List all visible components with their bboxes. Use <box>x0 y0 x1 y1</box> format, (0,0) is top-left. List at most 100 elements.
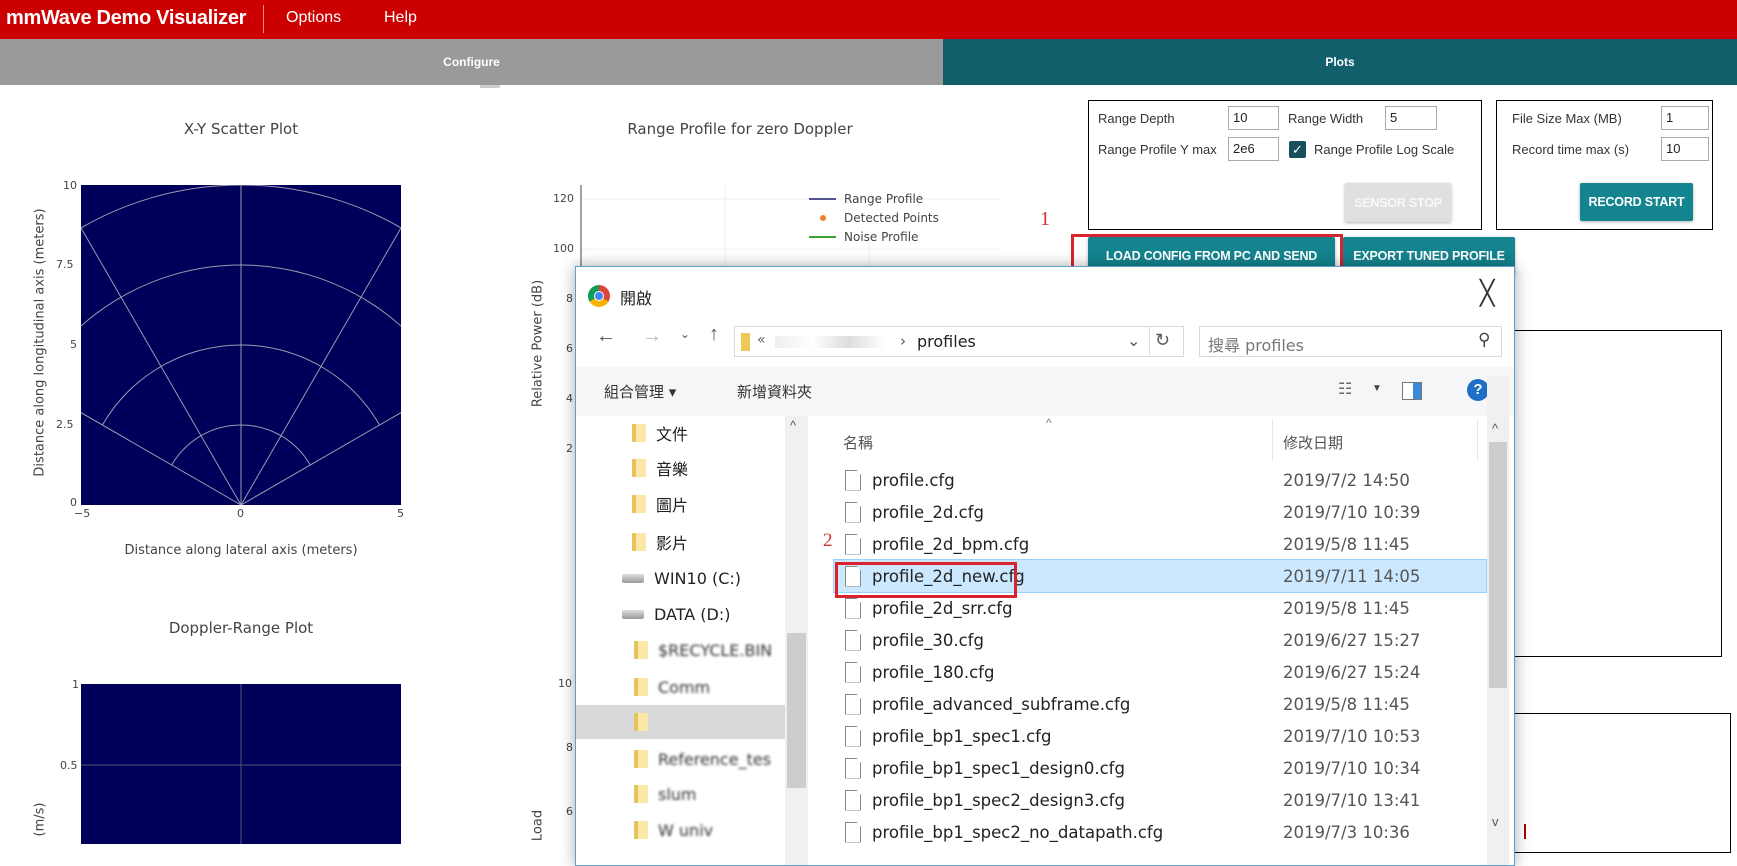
file-row[interactable]: profile.cfg 2019/7/2 14:50 <box>834 464 1486 496</box>
filesize-input[interactable]: 1 <box>1661 106 1709 130</box>
open-file-dialog: 開啟 ╳ ← → ⌄ ↑ « › profiles ⌄ ↻ 搜尋 profile… <box>575 266 1515 866</box>
range-depth-input[interactable]: 10 <box>1228 106 1279 130</box>
highlight-box-step2 <box>835 562 1017 598</box>
address-bar[interactable]: « › profiles ⌄ ↻ <box>734 326 1184 357</box>
file-row[interactable]: profile_bp1_spec1_design0.cfg 2019/7/10 1… <box>834 752 1486 784</box>
file-date: 2019/7/10 13:41 <box>1283 790 1421 810</box>
legend-detected-points[interactable]: Detected Points <box>844 211 939 225</box>
nav-item-label: $RECYCLE.BIN <box>658 640 773 660</box>
view-dropdown-icon[interactable]: ▼ <box>1372 383 1382 394</box>
nav-item[interactable]: WIN10 (C:) <box>576 561 812 595</box>
legend-detected-points-swatch <box>820 215 826 221</box>
file-row[interactable]: profile_advanced_subframe.cfg 2019/5/8 11… <box>834 688 1486 720</box>
file-name: profile.cfg <box>872 470 955 490</box>
folder-icon <box>632 424 646 442</box>
column-name[interactable]: 名稱 <box>843 432 873 453</box>
menu-options[interactable]: Options <box>286 9 341 27</box>
back-arrow-icon[interactable]: ← <box>596 325 616 348</box>
nav-item[interactable]: 音樂 <box>576 451 812 485</box>
preview-pane-icon[interactable] <box>1402 382 1422 400</box>
tab-bar: Configure Plots <box>0 39 1737 88</box>
menu-help[interactable]: Help <box>384 9 417 27</box>
step2-label: 2 <box>823 530 833 551</box>
ymax-input[interactable]: 2e6 <box>1228 137 1279 161</box>
file-icon <box>845 661 861 683</box>
stats-panel <box>1480 330 1722 657</box>
scatter-plot[interactable] <box>81 185 401 505</box>
path-prefix[interactable]: « <box>757 332 766 348</box>
folder-icon <box>632 533 646 551</box>
file-date: 2019/7/10 10:53 <box>1283 726 1421 746</box>
doppler-ytick: 1 <box>72 678 79 691</box>
column-modified[interactable]: 修改日期 <box>1283 432 1343 453</box>
scatter-ytick: 7.5 <box>56 258 74 271</box>
doppler-title: Doppler-Range Plot <box>168 619 314 637</box>
file-row[interactable]: profile_bp1_spec2_design3.cfg 2019/7/10 1… <box>834 784 1486 816</box>
sensor-stop-button[interactable]: SENSOR STOP <box>1345 183 1451 222</box>
logscale-label: Range Profile Log Scale <box>1314 142 1455 157</box>
new-folder-button[interactable]: 新增資料夾 <box>737 381 812 402</box>
scatter-title: X-Y Scatter Plot <box>183 120 299 138</box>
folder-icon <box>634 678 648 696</box>
chrome-icon <box>588 285 610 307</box>
record-time-label: Record time max (s) <box>1512 142 1630 157</box>
nav-item[interactable] <box>576 705 785 739</box>
file-date: 2019/5/8 11:45 <box>1283 598 1410 618</box>
file-row[interactable]: profile_bp1_spec2_no_datapath.cfg 2019/7/… <box>834 816 1486 848</box>
folder-icon <box>632 459 646 477</box>
logscale-checkbox[interactable]: ✓ <box>1289 141 1306 158</box>
file-row[interactable]: profile_bp1_spec1.cfg 2019/7/10 10:53 <box>834 720 1486 752</box>
range-ytick: 8 <box>566 292 573 305</box>
folder-icon <box>634 713 648 731</box>
file-row[interactable]: profile_2d_bpm.cfg 2019/5/8 11:45 <box>834 528 1486 560</box>
nav-item[interactable]: Reference_tes <box>576 742 812 776</box>
view-options-icon[interactable]: ☷ <box>1338 379 1352 399</box>
nav-item[interactable]: 文件 <box>576 416 812 450</box>
record-time-input[interactable]: 10 <box>1661 137 1709 161</box>
address-dropdown-icon[interactable]: ⌄ <box>1127 331 1140 351</box>
organize-menu[interactable]: 組合管理 ▾ <box>604 381 676 402</box>
legend-noise-profile[interactable]: Noise Profile <box>844 230 918 244</box>
search-icon[interactable]: ⚲ <box>1478 330 1490 350</box>
nav-item[interactable]: W univ <box>576 813 812 847</box>
file-name: profile_2d_bpm.cfg <box>872 534 1030 554</box>
nav-scrollbar[interactable]: ^ <box>785 416 808 865</box>
nav-item[interactable]: Comm <box>576 670 812 704</box>
file-name: profile_30.cfg <box>872 630 984 650</box>
nav-item[interactable]: 圖片 <box>576 487 812 521</box>
record-start-button[interactable]: RECORD START <box>1580 183 1693 221</box>
path-separator-icon[interactable]: › <box>900 332 906 350</box>
up-arrow-icon[interactable]: ↑ <box>709 323 719 346</box>
range-title: Range Profile for zero Doppler <box>627 120 853 138</box>
range-ylabel: Relative Power (dB) <box>530 279 546 408</box>
range-width-input[interactable]: 5 <box>1385 106 1437 130</box>
tab-configure[interactable]: Configure <box>0 39 943 85</box>
folder-icon <box>634 821 648 839</box>
range-ytick: 4 <box>566 392 573 405</box>
search-placeholder: 搜尋 profiles <box>1208 336 1304 355</box>
nav-item-label: WIN10 (C:) <box>654 568 741 588</box>
refresh-icon[interactable]: ↻ <box>1155 330 1170 351</box>
nav-item[interactable]: $RECYCLE.BIN <box>576 633 812 667</box>
range-ytick: 6 <box>566 342 573 355</box>
path-current[interactable]: profiles <box>917 332 976 351</box>
nav-item[interactable]: DATA (D:) <box>576 597 812 631</box>
recent-dropdown-icon[interactable]: ⌄ <box>680 327 690 341</box>
file-row[interactable]: profile_180.cfg 2019/6/27 15:24 <box>834 656 1486 688</box>
doppler-plot[interactable] <box>81 684 401 844</box>
file-date: 2019/7/2 14:50 <box>1283 470 1410 490</box>
load-ytick: 6 <box>566 805 573 818</box>
help-icon[interactable]: ? <box>1467 379 1489 401</box>
nav-item[interactable]: slum <box>576 777 812 811</box>
header-divider <box>263 5 264 33</box>
search-input[interactable]: 搜尋 profiles ⚲ <box>1199 326 1502 357</box>
file-row[interactable]: profile_30.cfg 2019/6/27 15:27 <box>834 624 1486 656</box>
forward-arrow-icon[interactable]: → <box>642 325 662 348</box>
nav-item[interactable]: 影片 <box>576 525 812 559</box>
file-list-scrollbar[interactable]: ^ v <box>1487 376 1509 865</box>
file-row[interactable]: profile_2d.cfg 2019/7/10 10:39 <box>834 496 1486 528</box>
tab-plots[interactable]: Plots <box>943 39 1737 85</box>
legend-range-profile[interactable]: Range Profile <box>844 192 923 206</box>
file-icon <box>845 533 861 555</box>
close-icon[interactable]: ╳ <box>1480 279 1494 308</box>
